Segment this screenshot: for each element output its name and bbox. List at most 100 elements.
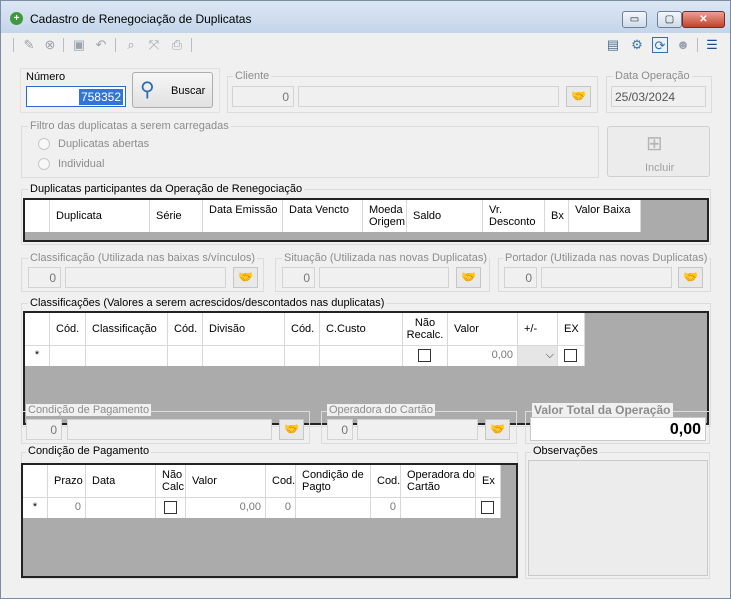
export-icon[interactable]: ⤧ [146,37,162,53]
cell-classificacao[interactable] [86,345,168,366]
radio-individual[interactable] [38,158,50,170]
cell-divisao[interactable] [203,345,285,366]
cond-pag-name-input[interactable] [67,419,272,440]
portador-code-input[interactable]: 0 [504,267,537,288]
save-icon[interactable]: ▣ [71,37,87,53]
sinal-dropdown[interactable]: ⌵ [518,345,558,366]
operadora-search-button[interactable]: 🤝 [485,419,510,440]
data-value: 25/03/2024 [615,90,676,104]
zoom-icon[interactable]: ⌕ [123,37,139,53]
duplicatas-grid[interactable]: Duplicata Série Data Emissão Data Vencto… [23,198,709,242]
minimize-button[interactable]: ▭ [622,11,647,28]
classificacao-search-button[interactable]: 🤝 [233,267,258,288]
data-input[interactable]: 25/03/2024 [611,86,706,107]
edit-icon[interactable]: ✎ [21,37,37,53]
cell-ex[interactable] [476,497,501,518]
col-cod-ccusto[interactable]: Cód. [285,313,320,345]
col-ex[interactable]: EX [558,313,585,345]
buscar-button[interactable]: ⚲ Buscar [132,72,213,108]
undo-icon[interactable]: ↶ [93,37,109,53]
col-nao-recalc[interactable]: Não Recalc. [403,313,448,345]
col-cod-classificacao[interactable]: Cód. [50,313,86,345]
cancel-icon[interactable]: ⊗ [42,37,58,53]
observacoes-textarea[interactable] [528,460,708,576]
filtro-title: Filtro das duplicatas a serem carregadas [28,120,231,132]
col-valor-baixa[interactable]: Valor Baixa [569,200,641,232]
refresh-icon[interactable]: ⟳ [652,37,668,53]
ex-checkbox[interactable] [564,349,577,362]
maximize-button[interactable]: ▢ [657,11,682,28]
col-duplicata[interactable]: Duplicata [50,200,150,232]
cliente-name-input[interactable] [298,86,559,107]
user-icon[interactable]: ☻ [675,37,691,53]
cell-data[interactable] [86,497,156,518]
cliente-search-button[interactable]: 🤝 [566,86,591,107]
classificacao-code-input[interactable]: 0 [28,267,61,288]
col-data-vencto[interactable]: Data Vencto [283,200,363,232]
close-button[interactable]: ✕ [682,11,725,28]
cell-valor[interactable]: 0,00 [186,497,266,518]
col-valor[interactable]: Valor [186,465,266,497]
portador-title: Portador (Utilizada nas novas Duplicatas… [503,252,710,264]
condicao-grid[interactable]: Prazo Data Não Calc Valor Cod. Condição … [21,463,518,578]
col-divisao[interactable]: Divisão [203,313,285,345]
cell-nao-calc[interactable] [156,497,186,518]
col-condicao-pagto[interactable]: Condição de Pagto [296,465,371,497]
col-saldo[interactable]: Saldo [407,200,483,232]
window-list-icon[interactable]: ▤ [605,37,621,53]
col-vr-desconto[interactable]: Vr. Desconto [483,200,545,232]
classificacao-name-input[interactable] [65,267,226,288]
col-operadora-cartao[interactable]: Operadora do Cartão [401,465,476,497]
col-ex[interactable]: Ex [476,465,501,497]
classificacao-title: Classificação (Utilizada nas baixas s/ví… [28,252,257,264]
menu-icon[interactable]: ☰ [704,37,720,53]
cell-valor[interactable]: 0,00 [448,345,518,366]
operadora-name-input[interactable] [357,419,478,440]
col-cod-operadora[interactable]: Cod. [371,465,401,497]
cliente-code-input[interactable]: 0 [232,86,294,107]
cell-ex[interactable] [558,345,585,366]
radio-duplicatas-abertas[interactable] [38,138,50,150]
cell-cod[interactable]: 0 [371,497,401,518]
col-ccusto[interactable]: C.Custo [320,313,403,345]
col-classificacao[interactable]: Classificação [86,313,168,345]
incluir-button[interactable]: ⊞ Incluir [607,126,710,177]
col-bx[interactable]: Bx [545,200,569,232]
cond-pag-code-input[interactable]: 0 [26,419,62,440]
col-cod-divisao[interactable]: Cód. [168,313,203,345]
cell-cod[interactable]: 0 [266,497,296,518]
handshake-icon: 🤝 [461,270,476,284]
situacao-code-input[interactable]: 0 [282,267,315,288]
cell-ccusto[interactable] [320,345,403,366]
classificacoes-title: Classificações (Valores a serem acrescid… [28,297,387,309]
cond-pag-search-button[interactable]: 🤝 [279,419,304,440]
nao-recalc-checkbox[interactable] [418,349,431,362]
cell-operadora-cartao[interactable] [401,497,476,518]
operadora-code-input[interactable]: 0 [327,419,353,440]
cell-condicao-pagto[interactable] [296,497,371,518]
col-nao-calc[interactable]: Não Calc [156,465,186,497]
col-sinal[interactable]: +/- [518,313,558,345]
col-moeda-origem[interactable]: Moeda Origem [363,200,407,232]
col-serie[interactable]: Série [150,200,203,232]
cell-cod[interactable] [50,345,86,366]
col-cod-condicao[interactable]: Cod. [266,465,296,497]
cell-prazo[interactable]: 0 [48,497,86,518]
situacao-name-input[interactable] [319,267,449,288]
col-valor[interactable]: Valor [448,313,518,345]
cell-cod[interactable] [168,345,203,366]
numero-input[interactable]: 758352 [26,86,126,107]
col-prazo[interactable]: Prazo [48,465,86,497]
cell-cod[interactable] [285,345,320,366]
portador-search-button[interactable]: 🤝 [678,267,703,288]
col-data-emissao[interactable]: Data Emissão [203,200,283,232]
settings-icon[interactable]: ⚙ [629,37,645,53]
portador-name-input[interactable] [541,267,672,288]
situacao-search-button[interactable]: 🤝 [456,267,481,288]
nao-calc-checkbox[interactable] [164,501,177,514]
ex-checkbox[interactable] [481,501,494,514]
print-icon[interactable]: ⎙ [169,37,185,53]
cell-nao-recalc[interactable] [403,345,448,366]
col-data[interactable]: Data [86,465,156,497]
new-row-marker: * [25,345,50,366]
